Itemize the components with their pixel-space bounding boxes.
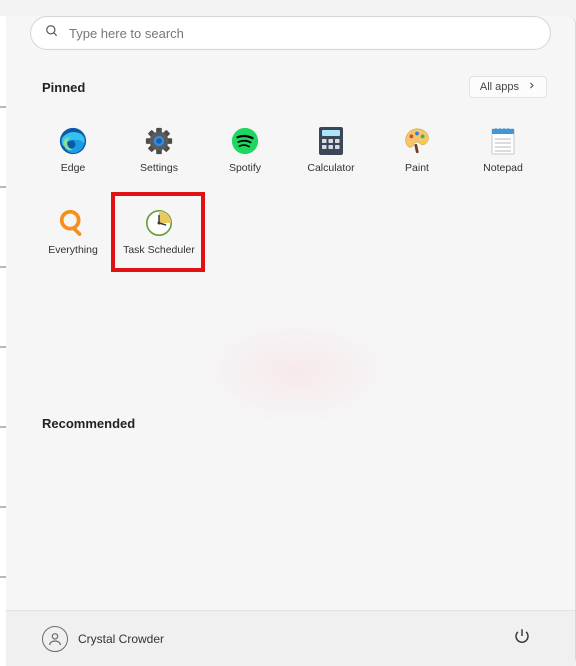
spotify-icon: [229, 125, 261, 157]
pinned-app-spotify[interactable]: Spotify: [202, 114, 288, 186]
task-scheduler-icon: [143, 207, 175, 239]
start-menu: Type here to search Pinned All apps: [6, 16, 576, 666]
edge-icon: [57, 125, 89, 157]
app-label: Everything: [48, 245, 98, 257]
power-button[interactable]: [505, 622, 539, 656]
gear-icon: [143, 125, 175, 157]
pinned-title: Pinned: [42, 80, 85, 95]
avatar-icon: [42, 626, 68, 652]
search-input[interactable]: Type here to search: [30, 16, 551, 50]
app-label: Settings: [140, 163, 178, 175]
all-apps-button[interactable]: All apps: [469, 76, 547, 98]
user-account-button[interactable]: Crystal Crowder: [42, 626, 164, 652]
paint-icon: [401, 125, 433, 157]
app-label: Notepad: [483, 163, 523, 175]
pinned-app-calculator[interactable]: Calculator: [288, 114, 374, 186]
calculator-icon: [315, 125, 347, 157]
recommended-title: Recommended: [42, 416, 539, 431]
app-label: Spotify: [229, 163, 261, 175]
pinned-app-notepad[interactable]: Notepad: [460, 114, 546, 186]
pinned-app-settings[interactable]: Settings: [116, 114, 202, 186]
pinned-app-everything[interactable]: Everything: [30, 196, 116, 268]
start-footer: Crystal Crowder: [6, 610, 575, 666]
recommended-header: Recommended: [6, 408, 575, 439]
notepad-icon: [487, 125, 519, 157]
all-apps-label: All apps: [480, 81, 519, 93]
username-label: Crystal Crowder: [78, 632, 164, 646]
app-label: Paint: [405, 163, 429, 175]
pinned-app-edge[interactable]: Edge: [30, 114, 116, 186]
pinned-app-paint[interactable]: Paint: [374, 114, 460, 186]
pinned-grid: Edge: [6, 106, 575, 268]
app-label: Calculator: [307, 163, 354, 175]
app-label: Edge: [61, 163, 86, 175]
everything-icon: [57, 207, 89, 239]
search-placeholder: Type here to search: [69, 26, 184, 41]
chevron-right-icon: [527, 81, 536, 93]
power-icon: [513, 627, 531, 650]
pinned-header: Pinned All apps: [6, 50, 575, 106]
search-icon: [45, 24, 59, 43]
app-label: Task Scheduler: [123, 245, 195, 257]
pinned-app-task-scheduler[interactable]: Task Scheduler: [116, 196, 202, 268]
